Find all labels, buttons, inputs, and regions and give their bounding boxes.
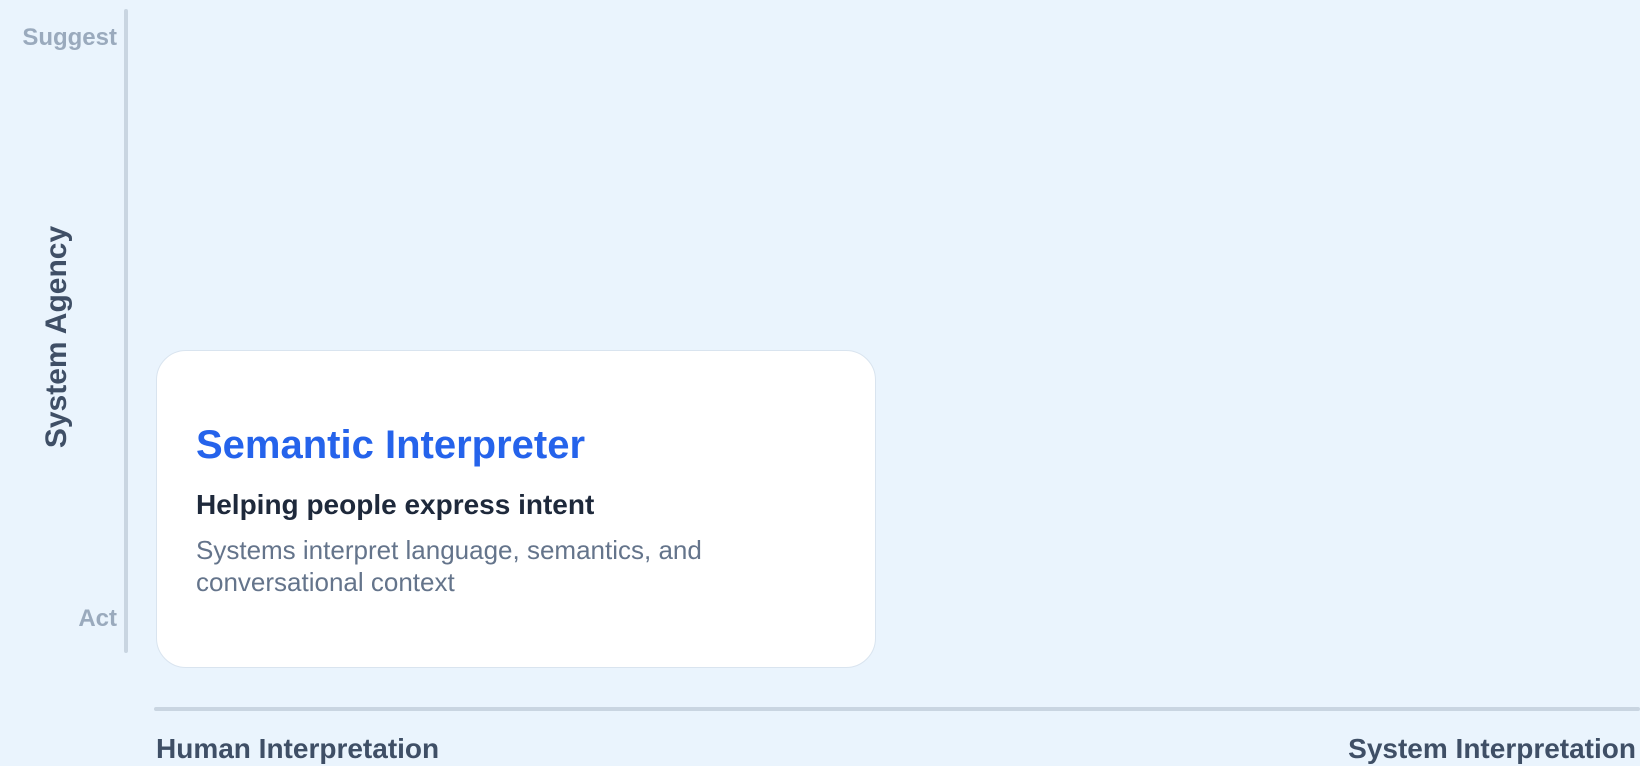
quadrant-card: Semantic Interpreter Helping people expr…	[156, 350, 876, 668]
card-title: Semantic Interpreter	[196, 423, 586, 467]
x-axis-right-label: System Interpretation	[1348, 733, 1636, 764]
x-axis-line	[154, 707, 1640, 711]
y-axis-line	[124, 9, 128, 653]
card-description: Systems interpret language, semantics, a…	[196, 535, 702, 597]
x-axis-left-label: Human Interpretation	[156, 733, 440, 764]
card-subtitle: Helping people express intent	[196, 489, 595, 520]
y-axis-title: System Agency	[40, 225, 73, 449]
y-axis-bottom-label: Act	[78, 605, 117, 632]
y-axis-top-label: Suggest	[22, 24, 117, 51]
